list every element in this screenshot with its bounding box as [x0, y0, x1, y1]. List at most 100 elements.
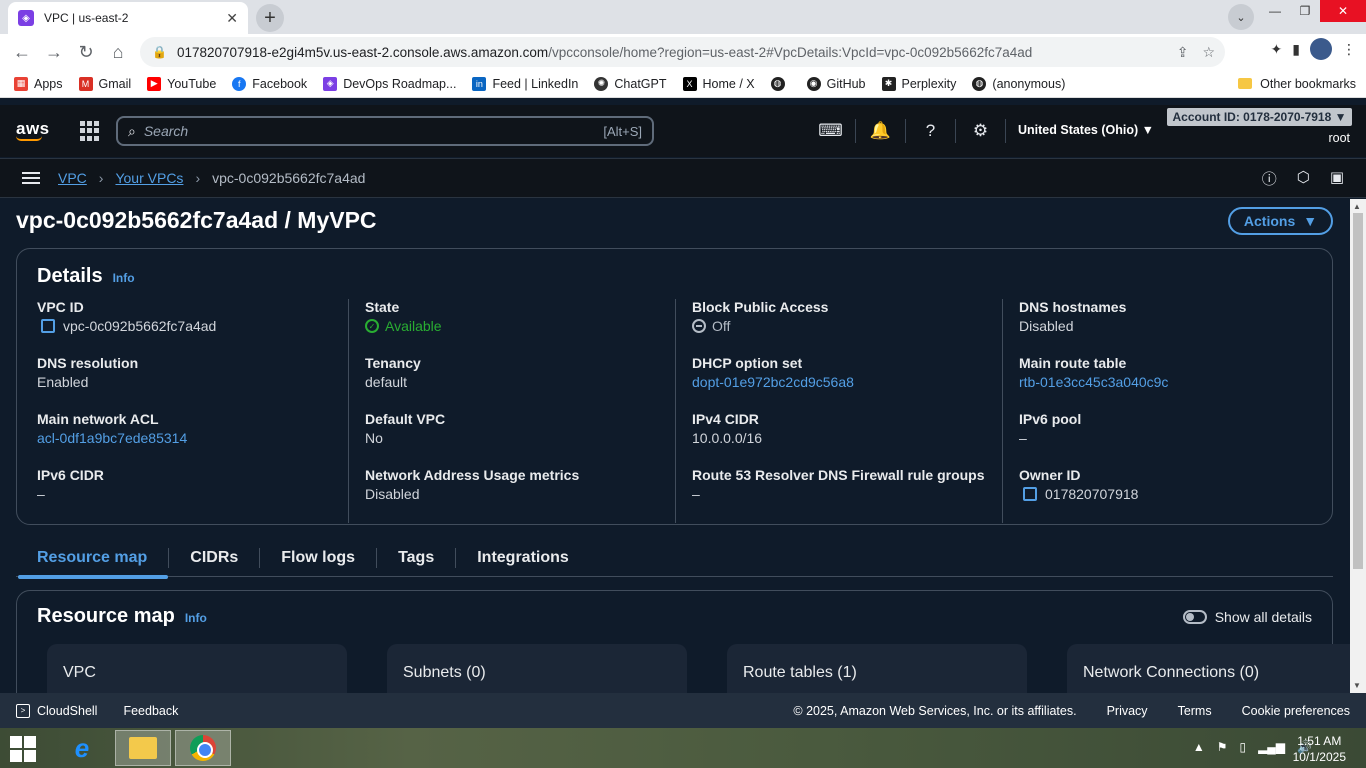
- bookmark-linkedin[interactable]: in Feed | LinkedIn: [472, 76, 578, 91]
- tab-close-icon[interactable]: ✕: [226, 10, 238, 27]
- menu-hamburger-icon[interactable]: [22, 172, 40, 184]
- bookmark-gmail[interactable]: M Gmail: [78, 76, 131, 91]
- field-label: VPC ID: [37, 299, 84, 315]
- browser-tab-vpc[interactable]: ◈ VPC | us-east-2 ✕: [8, 2, 248, 34]
- resource-map-info-link[interactable]: Info: [185, 611, 207, 625]
- services-grid-icon[interactable]: [80, 121, 100, 141]
- bookmark-x[interactable]: X Home / X: [682, 76, 755, 91]
- chrome-icon[interactable]: [175, 730, 231, 766]
- profile-avatar[interactable]: [1310, 38, 1332, 60]
- actions-button[interactable]: Actions ▼: [1228, 207, 1333, 235]
- network-signal-icon[interactable]: ▂▄▆: [1258, 740, 1285, 754]
- resource-card-route-tables: Route tables (1): [727, 644, 1027, 693]
- aws-logo[interactable]: aws: [16, 119, 50, 141]
- page-scrollbar[interactable]: ▲ ▼: [1350, 199, 1366, 693]
- aws-search-input[interactable]: ⌕ Search [Alt+S]: [116, 116, 654, 146]
- forward-icon[interactable]: →: [38, 36, 70, 68]
- breadcrumb-your-vpcs[interactable]: Your VPCs: [115, 170, 183, 186]
- bookmark-apps[interactable]: ▦ Apps: [14, 76, 63, 91]
- other-bookmarks[interactable]: Other bookmarks: [1238, 77, 1356, 91]
- scroll-up-icon[interactable]: ▲: [1353, 202, 1361, 211]
- details-info-link[interactable]: Info: [113, 271, 135, 285]
- chrome-menu-icon[interactable]: ⋮: [1342, 41, 1356, 58]
- tray-flag-icon[interactable]: ⚑: [1217, 740, 1228, 754]
- privacy-link[interactable]: Privacy: [1107, 704, 1148, 718]
- breadcrumb-current: vpc-0c092b5662fc7a4ad: [212, 170, 366, 186]
- notifications-bell-icon[interactable]: 🔔: [856, 119, 906, 143]
- restore-icon[interactable]: ❐: [1290, 0, 1320, 22]
- back-icon[interactable]: ←: [6, 36, 38, 68]
- field-main-network-acl: Main network ACL acl-0df1a9bc7ede85314: [37, 411, 347, 467]
- field-ipv6-cidr: IPv6 CIDR –: [37, 467, 347, 523]
- tab-resource-map[interactable]: Resource map: [16, 547, 170, 579]
- bookmark-chatgpt[interactable]: ✺ ChatGPT: [594, 76, 667, 91]
- toggle-switch[interactable]: [1182, 610, 1207, 624]
- field-value: –: [1019, 430, 1027, 446]
- extensions-icon[interactable]: ✦: [1271, 41, 1283, 58]
- tab-tags[interactable]: Tags: [377, 547, 457, 568]
- breadcrumb-vpc[interactable]: VPC: [58, 170, 87, 186]
- internet-explorer-icon[interactable]: e: [54, 730, 110, 766]
- tab-search-icon[interactable]: ⌄: [1228, 4, 1254, 30]
- taskbar-clock[interactable]: 1:51 AM 10/1/2025: [1293, 733, 1346, 765]
- cloudshell-button[interactable]: > CloudShell: [16, 703, 97, 718]
- home-icon[interactable]: ⌂: [102, 36, 134, 68]
- bookmark-globe[interactable]: ◍: [770, 76, 791, 91]
- address-bar[interactable]: 🔒 017820707918-e2gi4m5v.us-east-2.consol…: [140, 37, 1225, 67]
- tray-device-icon[interactable]: ▯: [1239, 740, 1246, 754]
- scroll-down-icon[interactable]: ▼: [1353, 681, 1361, 690]
- details-column-3: Block Public Access Off DHCP option set …: [675, 299, 985, 523]
- bookmark-perplexity[interactable]: ✱ Perplexity: [881, 76, 956, 91]
- bookmark-anonymous[interactable]: ◍ (anonymous): [972, 76, 1065, 91]
- route-table-link[interactable]: rtb-01e3cc45c3a040c9c: [1019, 374, 1312, 390]
- copy-icon[interactable]: [41, 319, 55, 333]
- field-default-vpc: Default VPC No: [365, 411, 658, 467]
- new-tab-button[interactable]: +: [256, 4, 284, 32]
- lock-icon[interactable]: 🔒: [152, 45, 167, 59]
- feedback-screen-icon[interactable]: ▣: [1330, 168, 1344, 189]
- details-panel: Details Info VPC ID vpc-0c092b5662fc7a4ad…: [16, 248, 1333, 525]
- cloudshell-icon[interactable]: ⌨: [806, 119, 856, 143]
- dhcp-link[interactable]: dopt-01e972bc2cd9c56a8: [692, 374, 985, 390]
- window-close-icon[interactable]: ✕: [1320, 0, 1366, 22]
- acl-link[interactable]: acl-0df1a9bc7ede85314: [37, 430, 347, 446]
- settings-gear-icon[interactable]: ⚙: [956, 119, 1006, 143]
- details-column-1: VPC ID vpc-0c092b5662fc7a4ad DNS resolut…: [37, 299, 347, 523]
- youtube-icon: ▶: [147, 76, 162, 91]
- tray-expand-icon[interactable]: ▲: [1193, 740, 1205, 754]
- share-icon[interactable]: ⇪: [1177, 44, 1189, 61]
- hexagon-settings-icon[interactable]: ⬡: [1297, 168, 1310, 189]
- page-title: vpc-0c092b5662fc7a4ad / MyVPC: [16, 207, 377, 233]
- show-all-details-toggle[interactable]: Show all details: [1182, 609, 1312, 625]
- copy-icon[interactable]: [1023, 487, 1037, 501]
- field-value: No: [365, 430, 383, 446]
- cookie-preferences-link[interactable]: Cookie preferences: [1242, 704, 1350, 718]
- check-circle-icon: ✓: [365, 319, 379, 333]
- windows-start-icon[interactable]: [10, 736, 38, 762]
- minimize-icon[interactable]: —: [1260, 0, 1290, 22]
- user-name[interactable]: root: [1328, 131, 1350, 145]
- field-value: 10.0.0.0/16: [692, 430, 763, 446]
- scrollbar-thumb[interactable]: [1353, 213, 1363, 569]
- chevron-right-icon: ›: [98, 170, 104, 186]
- terms-link[interactable]: Terms: [1178, 704, 1212, 718]
- help-icon[interactable]: ?: [906, 119, 956, 143]
- sidepanel-icon[interactable]: ▮: [1292, 41, 1300, 58]
- info-circle-icon[interactable]: ⓘ: [1262, 168, 1277, 189]
- card-title: Network Connections (0): [1083, 664, 1260, 681]
- tab-integrations[interactable]: Integrations: [456, 548, 590, 568]
- bookmark-github[interactable]: ◉ GitHub: [806, 76, 866, 91]
- bookmark-youtube[interactable]: ▶ YouTube: [147, 76, 216, 91]
- tab-cidrs[interactable]: CIDRs: [169, 547, 261, 568]
- bookmark-devops[interactable]: ◈ DevOps Roadmap...: [323, 76, 456, 91]
- bookmark-facebook[interactable]: f Facebook: [232, 76, 307, 91]
- file-explorer-icon[interactable]: [115, 730, 171, 766]
- resource-card-vpc: VPC: [47, 644, 347, 693]
- feedback-link[interactable]: Feedback: [123, 704, 178, 718]
- bookmark-star-icon[interactable]: ☆: [1202, 44, 1215, 61]
- field-label: Network Address Usage metrics: [365, 467, 580, 483]
- reload-icon[interactable]: ↻: [70, 36, 102, 68]
- account-menu[interactable]: Account ID: 0178-2070-7918 ▼: [1167, 108, 1352, 126]
- region-selector[interactable]: United States (Ohio) ▼: [1018, 123, 1154, 137]
- tab-flow-logs[interactable]: Flow logs: [260, 547, 378, 568]
